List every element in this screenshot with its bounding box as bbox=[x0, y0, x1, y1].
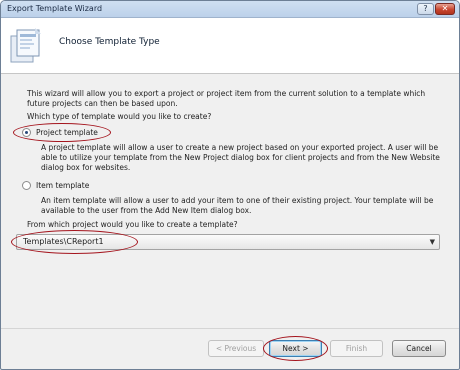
finish-button[interactable]: Finish bbox=[330, 340, 383, 357]
project-template-desc-line1: A project template will allow a user to … bbox=[41, 143, 439, 152]
cancel-button[interactable]: Cancel bbox=[392, 340, 446, 357]
footer-divider bbox=[1, 328, 459, 329]
export-template-wizard-window: Export Template Wizard ? ✕ Choose Templa… bbox=[0, 0, 460, 370]
item-template-desc-line1: An item template will allow a user to ad… bbox=[41, 196, 434, 205]
previous-button[interactable]: < Previous bbox=[208, 340, 264, 357]
page-title: Choose Template Type bbox=[59, 37, 160, 47]
wizard-page-icon bbox=[10, 28, 41, 63]
project-question: From which project would you like to cre… bbox=[27, 220, 238, 229]
project-select-value: Templates\CReport1 bbox=[23, 237, 104, 246]
next-button[interactable]: Next > bbox=[269, 340, 322, 357]
help-button[interactable]: ? bbox=[417, 3, 434, 15]
project-template-option[interactable]: Project template bbox=[22, 128, 98, 137]
project-select[interactable]: Templates\CReport1 ▼ bbox=[16, 234, 440, 250]
item-template-desc-line2: available to the user from the Add New I… bbox=[41, 206, 252, 215]
item-template-label[interactable]: Item template bbox=[36, 181, 89, 190]
intro-text-line2: future projects can then be based upon. bbox=[27, 99, 178, 108]
project-template-desc-line3: dialog box for websites. bbox=[41, 163, 131, 172]
item-template-radio[interactable] bbox=[22, 181, 31, 190]
wizard-header: Choose Template Type bbox=[1, 18, 459, 74]
chevron-down-icon[interactable]: ▼ bbox=[430, 238, 435, 246]
intro-text-line1: This wizard will allow you to export a p… bbox=[27, 89, 426, 98]
item-template-option[interactable]: Item template bbox=[22, 181, 89, 190]
project-template-label[interactable]: Project template bbox=[36, 128, 98, 137]
title-bar[interactable]: Export Template Wizard ? ✕ bbox=[1, 1, 459, 18]
close-button[interactable]: ✕ bbox=[435, 3, 455, 15]
project-template-radio[interactable] bbox=[22, 128, 31, 137]
template-type-question: Which type of template would you like to… bbox=[27, 112, 212, 121]
project-template-desc-line2: able to utilize your template from the N… bbox=[41, 153, 440, 162]
window-title: Export Template Wizard bbox=[7, 4, 103, 13]
